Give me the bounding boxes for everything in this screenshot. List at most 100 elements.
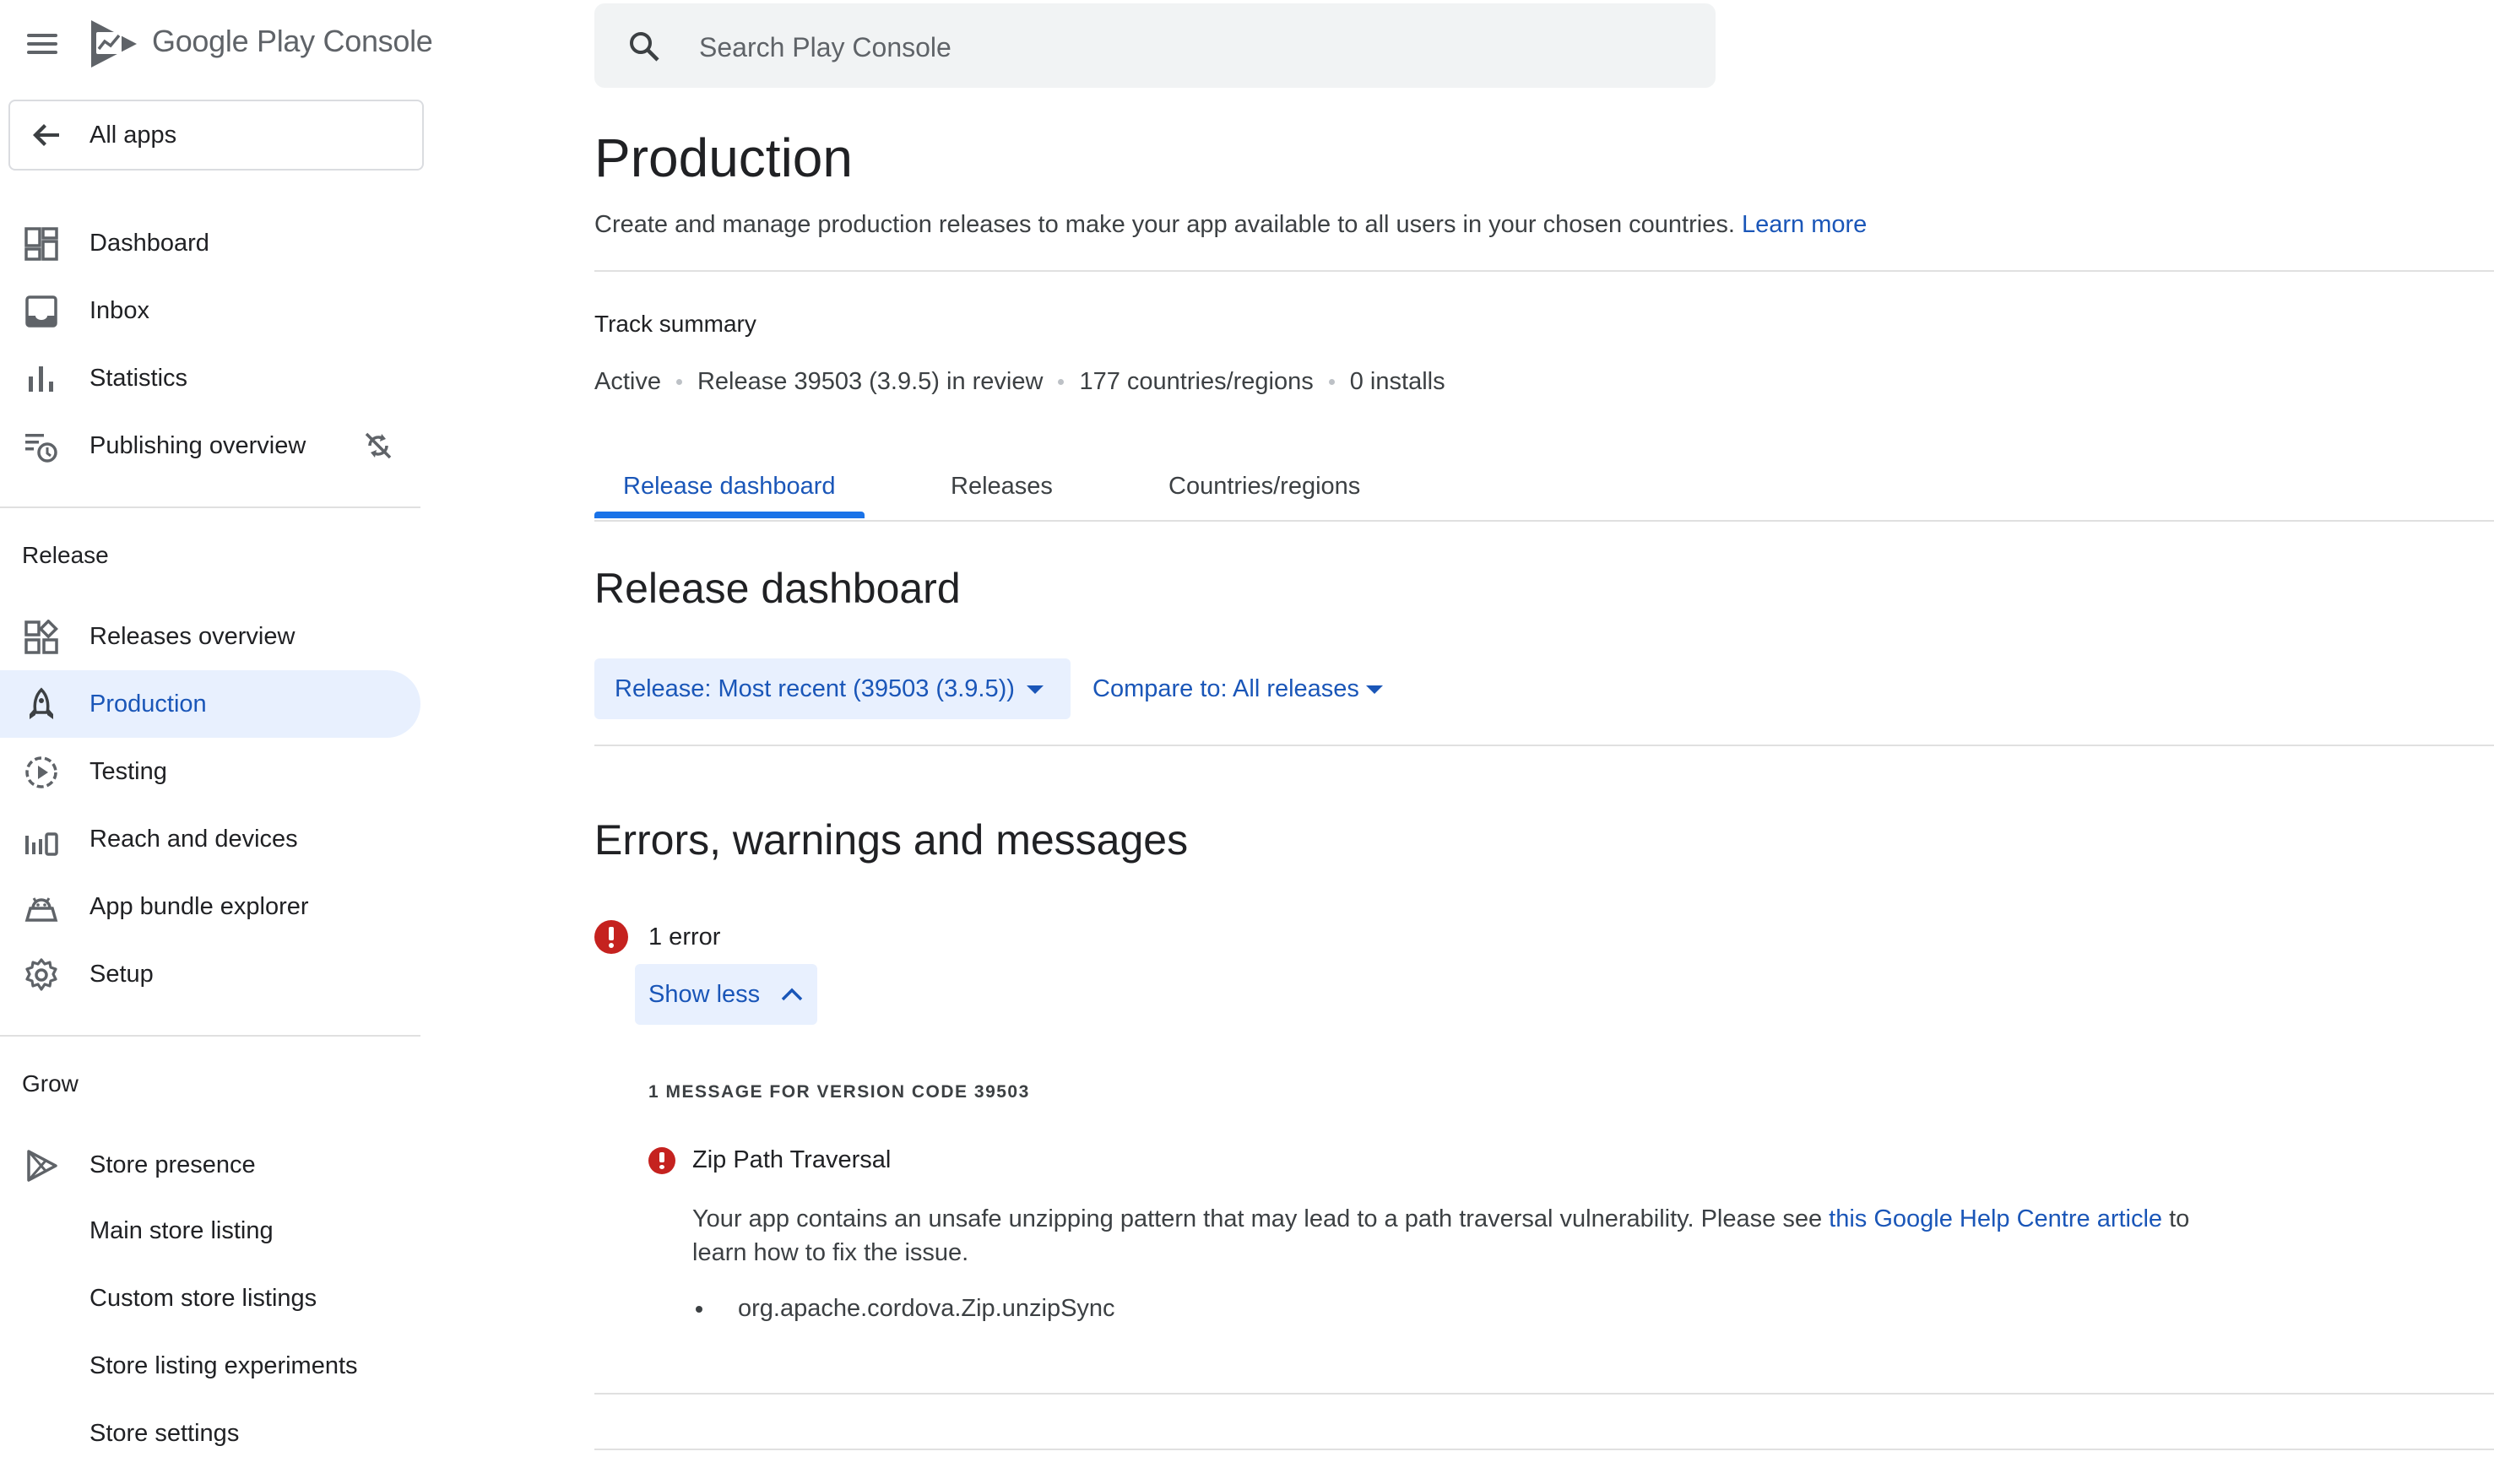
error-icon xyxy=(594,920,628,954)
message-body-text: Your app contains an unsafe unzipping pa… xyxy=(692,1205,1830,1232)
sidebar-item-label: Testing xyxy=(89,757,167,785)
sidebar-item-store-listing-experiments[interactable]: Store listing experiments xyxy=(0,1334,420,1401)
sidebar-item-store-settings[interactable]: Store settings xyxy=(0,1401,420,1469)
all-apps-label: All apps xyxy=(89,121,177,149)
sidebar-item-label: Store listing experiments xyxy=(89,1352,358,1379)
sidebar-item-testing[interactable]: Testing xyxy=(0,738,420,805)
sidebar-item-label: Statistics xyxy=(89,364,188,392)
release-filter-label: Release: Most recent (39503 (3.9.5)) xyxy=(615,675,1015,702)
separator-dot xyxy=(1328,379,1335,385)
separator-dot xyxy=(675,379,682,385)
sidebar-item-label: Main store listing xyxy=(89,1217,274,1244)
sidebar-item-label: Setup xyxy=(89,960,154,988)
sidebar-item-main-store-listing[interactable]: Main store listing xyxy=(0,1199,420,1266)
logo-brand: Google Play xyxy=(152,24,315,58)
inbox-icon xyxy=(25,295,57,328)
app-header: Google Play Console xyxy=(0,0,433,88)
error-summary: 1 error xyxy=(594,918,720,956)
message-title: Zip Path Traversal xyxy=(692,1146,892,1173)
message-header: 1 MESSAGE FOR VERSION CODE 39503 xyxy=(648,1082,1030,1102)
section-divider xyxy=(594,1393,2494,1395)
tab-divider xyxy=(594,520,2494,522)
sidebar-item-label: Reach and devices xyxy=(89,825,298,853)
menu-icon[interactable] xyxy=(24,30,61,57)
release-dashboard-title: Release dashboard xyxy=(594,565,961,612)
release-filter-dropdown[interactable]: Release: Most recent (39503 (3.9.5)) xyxy=(594,658,1071,719)
sidebar-item-label: Custom store listings xyxy=(89,1285,317,1312)
show-less-button[interactable]: Show less xyxy=(635,964,817,1025)
sidebar-item-statistics[interactable]: Statistics xyxy=(0,344,420,412)
section-divider xyxy=(594,270,2494,272)
track-status: Active xyxy=(594,368,661,395)
message-bullet: org.apache.cordova.Zip.unzipSync xyxy=(696,1295,1115,1323)
track-installs: 0 installs xyxy=(1349,368,1445,395)
page-description-text: Create and manage production releases to… xyxy=(594,211,1735,238)
track-summary-title: Track summary xyxy=(594,311,756,337)
message-title-row: Zip Path Traversal xyxy=(648,1146,891,1174)
search-placeholder: Search Play Console xyxy=(699,32,952,62)
sidebar-item-label: App bundle explorer xyxy=(89,892,309,920)
testing-icon xyxy=(25,756,57,788)
all-apps-button[interactable]: All apps xyxy=(8,100,424,171)
separator-dot xyxy=(1058,379,1065,385)
section-divider xyxy=(594,745,2494,746)
sidebar-item-releases-overview[interactable]: Releases overview xyxy=(0,603,420,670)
search-input[interactable]: Search Play Console xyxy=(594,3,1716,88)
bar-chart-icon xyxy=(29,366,53,392)
sidebar-item-store-presence[interactable]: Store presence xyxy=(0,1131,420,1199)
learn-more-link[interactable]: Learn more xyxy=(1742,211,1867,238)
dashboard-icon xyxy=(24,227,58,261)
play-store-icon xyxy=(27,1150,57,1182)
sidebar-divider xyxy=(0,506,420,508)
publishing-overview-icon xyxy=(25,434,57,463)
sidebar-item-production[interactable]: Production xyxy=(0,670,420,738)
sidebar-section-release: Release xyxy=(22,542,109,568)
page-title: Production xyxy=(594,127,853,188)
tab-countries-regions[interactable]: Countries/regions xyxy=(1168,473,1360,501)
errors-title: Errors, warnings and messages xyxy=(594,816,1189,864)
track-release: Release 39503 (3.9.5) in review xyxy=(697,368,1044,395)
sidebar-item-label: Releases overview xyxy=(89,622,295,650)
bullet-dot xyxy=(696,1305,702,1313)
sidebar-item-app-bundle-explorer[interactable]: App bundle explorer xyxy=(0,873,420,940)
sidebar-item-inbox[interactable]: Inbox xyxy=(0,277,420,344)
track-summary: Active Release 39503 (3.9.5) in review 1… xyxy=(594,368,1445,396)
compare-filter-dropdown[interactable]: Compare to: All releases xyxy=(1082,658,1403,719)
tab-bar: Release dashboard Releases Countries/reg… xyxy=(594,456,2494,523)
main-content: Search Play Console Production Create an… xyxy=(594,0,2494,1484)
play-console-logo-icon xyxy=(91,20,137,68)
sidebar-divider xyxy=(0,1035,420,1037)
sidebar-item-label: Store settings xyxy=(89,1420,240,1447)
message-body: Your app contains an unsafe unzipping pa… xyxy=(692,1202,2212,1270)
sidebar-item-publishing-overview[interactable]: Publishing overview xyxy=(0,412,420,479)
help-centre-link[interactable]: this Google Help Centre article xyxy=(1829,1205,2162,1232)
gear-icon xyxy=(25,958,57,991)
sidebar: Google Play Console All apps Dashboard I… xyxy=(0,0,433,1484)
sidebar-item-label: Dashboard xyxy=(89,229,209,257)
sidebar-section-grow: Grow xyxy=(22,1070,79,1097)
tab-release-dashboard[interactable]: Release dashboard xyxy=(623,473,836,501)
sidebar-item-dashboard[interactable]: Dashboard xyxy=(0,209,420,277)
sidebar-item-reach-and-devices[interactable]: Reach and devices xyxy=(0,805,420,873)
search-icon xyxy=(630,32,659,62)
production-icon xyxy=(30,687,53,719)
sidebar-item-setup[interactable]: Setup xyxy=(0,940,420,1008)
compare-filter-label: Compare to: All releases xyxy=(1092,675,1359,702)
active-tab-indicator xyxy=(594,512,865,518)
error-icon xyxy=(648,1146,675,1174)
section-divider xyxy=(594,1449,2494,1450)
bullet-text: org.apache.cordova.Zip.unzipSync xyxy=(738,1295,1115,1322)
sidebar-item-label: Inbox xyxy=(89,296,149,324)
page-description: Create and manage production releases to… xyxy=(594,211,1867,239)
reach-devices-icon xyxy=(25,832,58,856)
tab-releases[interactable]: Releases xyxy=(951,473,1053,501)
sidebar-item-label: Publishing overview xyxy=(89,431,306,459)
logo-product: Console xyxy=(323,24,433,58)
releases-overview-icon xyxy=(24,620,58,654)
chevron-up-icon xyxy=(781,988,803,1001)
sync-off-icon[interactable] xyxy=(361,429,395,463)
android-icon xyxy=(24,897,58,922)
sidebar-item-label: Store presence xyxy=(89,1151,256,1178)
app-title: Google Play Console xyxy=(152,24,433,59)
sidebar-item-custom-store-listings[interactable]: Custom store listings xyxy=(0,1266,420,1334)
